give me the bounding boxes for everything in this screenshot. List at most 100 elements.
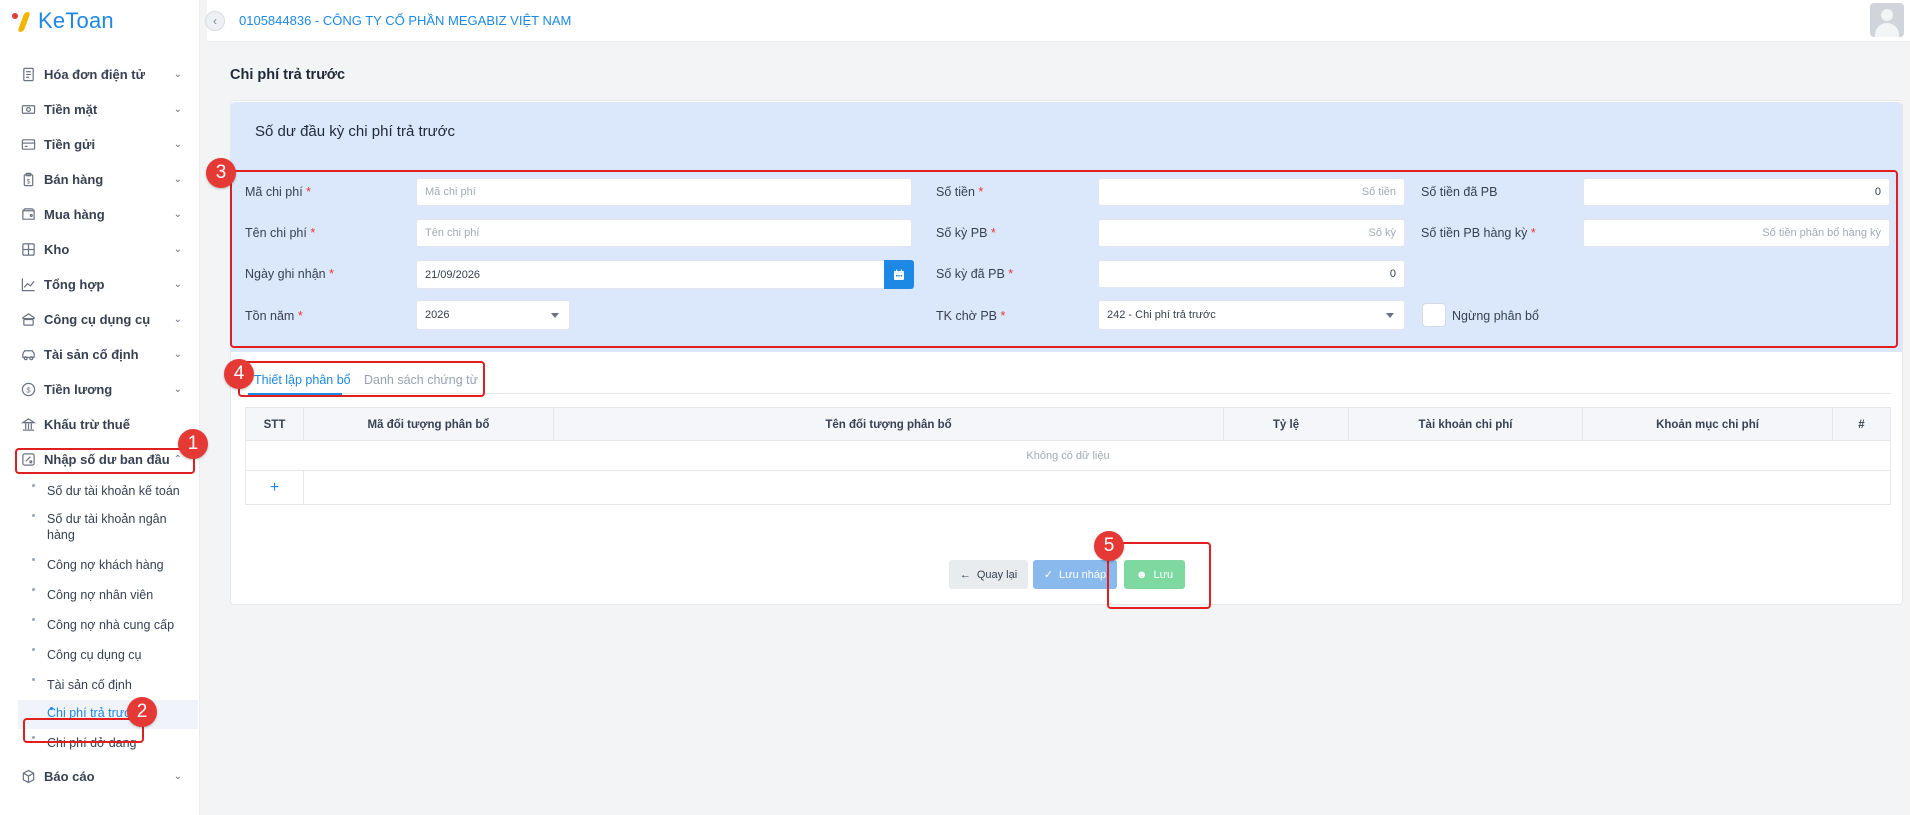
annotation-badge-3: 3 <box>206 158 236 188</box>
avatar[interactable] <box>1870 3 1904 37</box>
sidebar-item-label: Tiền lương <box>44 382 113 397</box>
sidebar-scrollbar[interactable] <box>199 0 206 815</box>
sidebar-item-ban-hang[interactable]: $ Bán hàng ⌄ <box>0 162 198 197</box>
sidebar-item-hoa-don-dien-tu[interactable]: Hóa đơn điện tử ⌄ <box>0 57 198 92</box>
ngung-phan-bo-label: Ngừng phân bổ <box>1452 309 1539 323</box>
calendar-icon <box>894 269 904 280</box>
sidebar-item-khau-tru-thue[interactable]: Khấu trừ thuế <box>0 407 198 442</box>
so-tien-pb-hang-ky-input[interactable] <box>1583 219 1890 247</box>
sidebar-nav: Hóa đơn điện tử ⌄ Tiền mặt ⌄ Tiền gửi ⌄ … <box>0 57 198 794</box>
ngung-phan-bo-checkbox[interactable] <box>1422 303 1446 327</box>
column-header-ten-doi-tuong[interactable]: Tên đối tượng phân bổ <box>554 408 1224 441</box>
back-button-label: Quay lại <box>976 568 1018 581</box>
save-button[interactable]: ☻ Lưu <box>1124 560 1185 589</box>
sidebar-item-bao-cao[interactable]: Báo cáo ⌄ <box>0 759 198 794</box>
warehouse-icon <box>20 242 36 258</box>
sub-item-cong-no-nhan-vien[interactable]: Công nợ nhân viên <box>0 581 198 611</box>
back-button[interactable]: ← Quay lại <box>949 560 1028 589</box>
ton-nam-value: 2026 <box>425 309 450 321</box>
ton-nam-select[interactable]: 2026 <box>416 300 570 330</box>
sidebar-item-tien-gui[interactable]: Tiền gửi ⌄ <box>0 127 198 162</box>
chevron-down-icon: ⌄ <box>173 349 182 360</box>
sub-item-chi-phi-do-dang[interactable]: Chi phí dở dang <box>0 729 198 759</box>
sub-item-so-du-tai-khoan-ke-toan[interactable]: Số dư tài khoản kế toán <box>0 477 198 507</box>
sub-item-so-du-tai-khoan-ngan-hang[interactable]: Số dư tài khoản ngân hàng <box>0 507 185 551</box>
annotation-badge-5: 5 <box>1094 531 1124 561</box>
ngay-ghi-nhan-input[interactable] <box>416 260 886 289</box>
chevron-down-icon: ⌄ <box>173 209 182 220</box>
ma-chi-phi-label: Mã chi phí * <box>245 185 312 199</box>
chevron-down-icon: ⌄ <box>173 104 182 115</box>
column-header-ty-le[interactable]: Tỷ lệ <box>1224 408 1349 441</box>
asset-icon <box>20 347 36 363</box>
date-picker-button[interactable] <box>884 260 914 289</box>
so-tien-label: Số tiền * <box>936 185 984 199</box>
save-draft-button[interactable]: ✓ Lưu nháp <box>1033 560 1117 589</box>
tk-cho-pb-select[interactable]: 242 - Chi phí trả trước <box>1098 300 1405 330</box>
chevron-down-icon: ⌄ <box>173 139 182 150</box>
ten-chi-phi-input[interactable] <box>416 219 912 247</box>
chevron-down-icon: ⌄ <box>173 174 182 185</box>
cash-icon <box>20 102 36 118</box>
chart-icon <box>20 277 36 293</box>
purchase-icon <box>20 207 36 223</box>
column-header-ma-doi-tuong[interactable]: Mã đối tượng phân bổ <box>304 408 554 441</box>
empty-table-message: Không có dữ liệu <box>246 441 1890 471</box>
sidebar-item-label: Kho <box>44 242 70 257</box>
page-title: Chi phí trả trước <box>230 67 346 83</box>
sidebar-item-label: Bán hàng <box>44 172 104 187</box>
so-ky-pb-input[interactable] <box>1098 219 1405 247</box>
user-check-icon: ☻ <box>1135 568 1148 581</box>
sub-item-cong-no-khach-hang[interactable]: Công nợ khách hàng <box>0 551 198 581</box>
tab-thiet-lap-phan-bo[interactable]: Thiết lập phân bổ <box>254 373 351 387</box>
chevron-down-icon: ⌄ <box>173 314 182 325</box>
column-header-khoan-muc-chi-phi[interactable]: Khoản mục chi phí <box>1583 408 1833 441</box>
so-ky-da-pb-input[interactable] <box>1098 260 1405 288</box>
balance-icon <box>20 452 36 468</box>
add-row: + <box>246 471 1890 504</box>
sub-item-tai-san-co-dinh[interactable]: Tài sản cố định <box>0 671 198 700</box>
sidebar-item-label: Công cụ dụng cụ <box>44 312 151 327</box>
sub-item-cong-no-nha-cung-cap[interactable]: Công nợ nhà cung cấp <box>0 611 198 641</box>
sidebar-item-tong-hop[interactable]: Tổng hợp ⌄ <box>0 267 198 302</box>
sidebar-item-tien-luong[interactable]: $ Tiền lương ⌄ <box>0 372 198 407</box>
sidebar-item-label: Tổng hợp <box>44 277 105 292</box>
report-icon <box>20 769 36 785</box>
column-header-tai-khoan-chi-phi[interactable]: Tài khoản chi phí <box>1349 408 1583 441</box>
sidebar-item-mua-hang[interactable]: Mua hàng ⌄ <box>0 197 198 232</box>
column-header-stt[interactable]: STT <box>246 408 304 441</box>
caret-down-icon <box>1386 313 1394 318</box>
collapse-sidebar-button[interactable]: ‹ <box>205 11 225 31</box>
company-name[interactable]: 0105844836 - CÔNG TY CỔ PHẦN MEGABIZ VIỆ… <box>239 13 571 28</box>
so-tien-da-pb-input[interactable] <box>1583 178 1890 206</box>
sidebar-item-kho[interactable]: Kho ⌄ <box>0 232 198 267</box>
tools-icon <box>20 312 36 328</box>
sidebar-item-nhap-so-du-ban-dau[interactable]: Nhập số dư ban đầu ⌃ <box>0 442 198 477</box>
sidebar-item-tien-mat[interactable]: Tiền mặt ⌄ <box>0 92 198 127</box>
logo[interactable]: KeToan <box>12 8 114 33</box>
column-header-actions[interactable]: # <box>1833 408 1890 441</box>
svg-text:$: $ <box>26 178 30 185</box>
so-tien-input[interactable] <box>1098 178 1405 206</box>
so-tien-pb-hang-ky-label: Số tiền PB hàng kỳ * <box>1421 226 1536 240</box>
tk-cho-pb-label: TK chờ PB * <box>936 309 1006 323</box>
sidebar-item-cong-cu-dung-cu[interactable]: Công cụ dụng cụ ⌄ <box>0 302 198 337</box>
panel-title: Số dư đầu kỳ chi phí trả trước <box>255 123 456 140</box>
salary-icon: $ <box>20 382 36 398</box>
chevron-down-icon: ⌄ <box>173 69 182 80</box>
sub-item-cong-cu-dung-cu[interactable]: Công cụ dụng cụ <box>0 641 198 671</box>
sidebar-item-tai-san-co-dinh[interactable]: Tài sản cố định ⌄ <box>0 337 198 372</box>
bank-icon <box>20 137 36 153</box>
tax-icon <box>20 417 36 433</box>
sidebar-submenu: Số dư tài khoản kế toán Số dư tài khoản … <box>0 477 198 759</box>
ma-chi-phi-input[interactable] <box>416 178 912 206</box>
table-header: STT Mã đối tượng phân bổ Tên đối tượng p… <box>246 408 1890 441</box>
tab-danh-sach-chung-tu[interactable]: Danh sách chứng từ <box>364 373 478 387</box>
add-row-button[interactable]: + <box>246 471 304 504</box>
sidebar-item-label: Tiền mặt <box>44 102 98 117</box>
page-scrollbar[interactable] <box>1903 42 1910 815</box>
invoice-icon <box>20 67 36 83</box>
sidebar: KeToan Hóa đơn điện tử ⌄ Tiền mặt ⌄ Tiền… <box>0 0 201 815</box>
svg-text:$: $ <box>26 385 31 394</box>
sub-item-chi-phi-tra-truoc[interactable]: Chi phí trả trước <box>18 700 198 729</box>
